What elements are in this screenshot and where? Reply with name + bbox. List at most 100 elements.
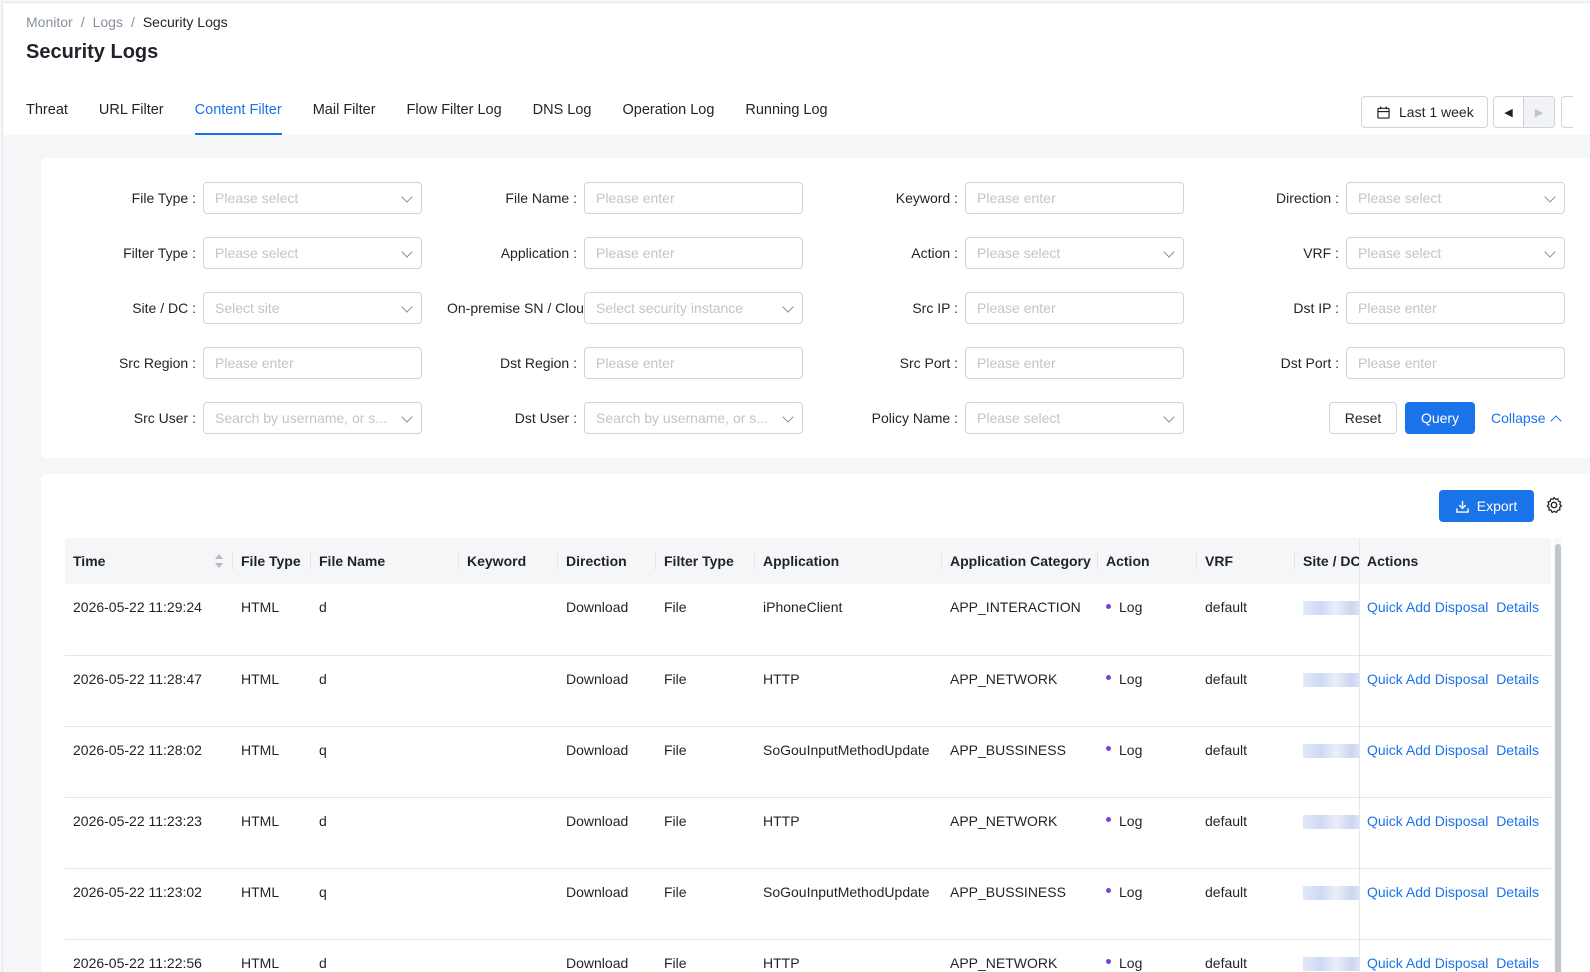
column-header-filter-type: Filter Type [656,538,755,584]
tab-flow-filter-log[interactable]: Flow Filter Log [407,102,502,135]
cell-action: Log [1098,655,1197,727]
src-user-select[interactable]: Search by username, or s... [203,402,422,434]
tab-content-filter[interactable]: Content Filter [194,102,282,135]
details-link[interactable]: Details [1496,884,1539,900]
query-button[interactable]: Query [1405,402,1475,434]
export-button[interactable]: Export [1439,490,1534,522]
status-dot-icon [1106,603,1111,609]
cell-time: 2026-05-22 11:23:23 [65,797,233,869]
quick-add-disposal-link[interactable]: Quick Add Disposal [1367,671,1488,687]
column-header-direction: Direction [558,538,656,584]
file-name-input[interactable]: Please enter [584,182,803,214]
filter-label: File Name : [505,190,577,206]
tab-dns-log[interactable]: DNS Log [533,102,592,135]
table-row: 2026-05-22 11:23:02 HTML q Download File SoGo… [65,868,1551,940]
quick-add-disposal-link[interactable]: Quick Add Disposal [1367,813,1488,829]
tab-running-log[interactable]: Running Log [745,102,827,135]
cell-site-dc [1295,655,1359,727]
breadcrumb-logs[interactable]: Logs [93,14,123,30]
keyword-input[interactable]: Please enter [965,182,1184,214]
direction-select[interactable]: Please select [1346,182,1565,214]
collapse-button[interactable]: Collapse [1491,402,1563,434]
quick-add-disposal-link[interactable]: Quick Add Disposal [1367,742,1488,758]
time-range-picker[interactable]: Last 1 week [1361,96,1488,128]
action-value: Log [1119,883,1143,900]
action-select[interactable]: Please select [965,237,1184,269]
dst-ip-input[interactable]: Please enter [1346,292,1565,324]
file-type-select[interactable]: Please select [203,182,422,214]
log-tabs: Threat URL Filter Content Filter Mail Fi… [26,102,859,135]
reset-button[interactable]: Reset [1329,402,1397,434]
cell-direction: Download [558,797,656,869]
application-input[interactable]: Please enter [584,237,803,269]
cell-keyword [459,797,558,869]
more-button[interactable] [1561,96,1573,128]
next-period-button[interactable]: ▶ [1524,96,1555,128]
dst-region-input[interactable]: Please enter [584,347,803,379]
table-row: 2026-05-22 11:29:24 HTML d Download File iPho… [65,584,1551,656]
src-ip-input[interactable]: Please enter [965,292,1184,324]
results-panel: Export Time File Type File Name Keyword [41,474,1590,972]
gear-icon[interactable] [1545,496,1563,514]
src-region-input[interactable]: Please enter [203,347,422,379]
filter-row: Src Region : Please enter Dst Region : P… [41,347,1590,379]
cell-app-category: APP_BUSSINESS [942,726,1098,798]
sidebar-collapse-icon[interactable]: ‹ [3,27,9,41]
quick-add-disposal-link[interactable]: Quick Add Disposal [1367,884,1488,900]
policy-name-select[interactable]: Please select [965,402,1184,434]
details-link[interactable]: Details [1496,671,1539,687]
cell-actions: Quick Add Disposal Details [1359,797,1551,869]
chevron-down-icon [1163,411,1175,423]
table-scrollbar[interactable] [1554,538,1562,972]
results-table: Time File Type File Name Keyword Directi… [65,538,1551,972]
status-dot-icon [1106,746,1111,752]
cell-app-category: APP_NETWORK [942,797,1098,869]
prev-period-button[interactable]: ◀ [1493,96,1524,128]
status-dot-icon [1106,817,1111,823]
details-link[interactable]: Details [1496,955,1539,971]
filter-type-select[interactable]: Please select [203,237,422,269]
dst-port-input[interactable]: Please enter [1346,347,1565,379]
cell-vrf: default [1197,939,1295,972]
breadcrumb-monitor[interactable]: Monitor [26,14,73,30]
security-instance-select[interactable]: Select security instance [584,292,803,324]
column-header-file-type: File Type [233,538,311,584]
dst-user-select[interactable]: Search by username, or s... [584,402,803,434]
cell-vrf: default [1197,868,1295,940]
filter-label: Dst Region : [499,355,577,371]
tab-threat[interactable]: Threat [26,102,68,135]
cell-direction: Download [558,584,656,656]
vrf-select[interactable]: Please select [1346,237,1565,269]
tab-mail-filter[interactable]: Mail Filter [313,102,376,135]
site-select[interactable]: Select site [203,292,422,324]
chevron-down-icon [1544,191,1556,203]
cell-actions: Quick Add Disposal Details [1359,726,1551,798]
download-icon [1455,500,1469,513]
tab-url-filter[interactable]: URL Filter [99,102,164,135]
breadcrumb-security-logs: Security Logs [142,14,228,30]
details-link[interactable]: Details [1496,813,1539,829]
column-header-time[interactable]: Time [65,538,233,584]
quick-add-disposal-link[interactable]: Quick Add Disposal [1367,955,1488,971]
filter-label: Site / DC : [132,300,196,316]
quick-add-disposal-link[interactable]: Quick Add Disposal [1367,599,1488,615]
cell-app-category: APP_NETWORK [942,939,1098,972]
chevron-down-icon [401,301,413,313]
filter-label: Action : [911,245,958,261]
cell-keyword [459,868,558,940]
status-dot-icon [1106,888,1111,894]
filter-label: Dst User : [514,410,577,426]
column-header-actions: Actions [1359,538,1551,584]
cell-action: Log [1098,797,1197,869]
cell-time: 2026-05-22 11:23:02 [65,868,233,940]
security-logs-page: ‹ Monitor / Logs / Security Logs Securit… [2,2,1590,972]
details-link[interactable]: Details [1496,599,1539,615]
details-link[interactable]: Details [1496,742,1539,758]
column-header-application: Application [755,538,942,584]
sort-icon[interactable] [215,553,223,569]
cell-action: Log [1098,868,1197,940]
tab-operation-log[interactable]: Operation Log [622,102,714,135]
scrollbar-thumb[interactable] [1555,544,1561,972]
src-port-input[interactable]: Please enter [965,347,1184,379]
chevron-down-icon [782,301,794,313]
